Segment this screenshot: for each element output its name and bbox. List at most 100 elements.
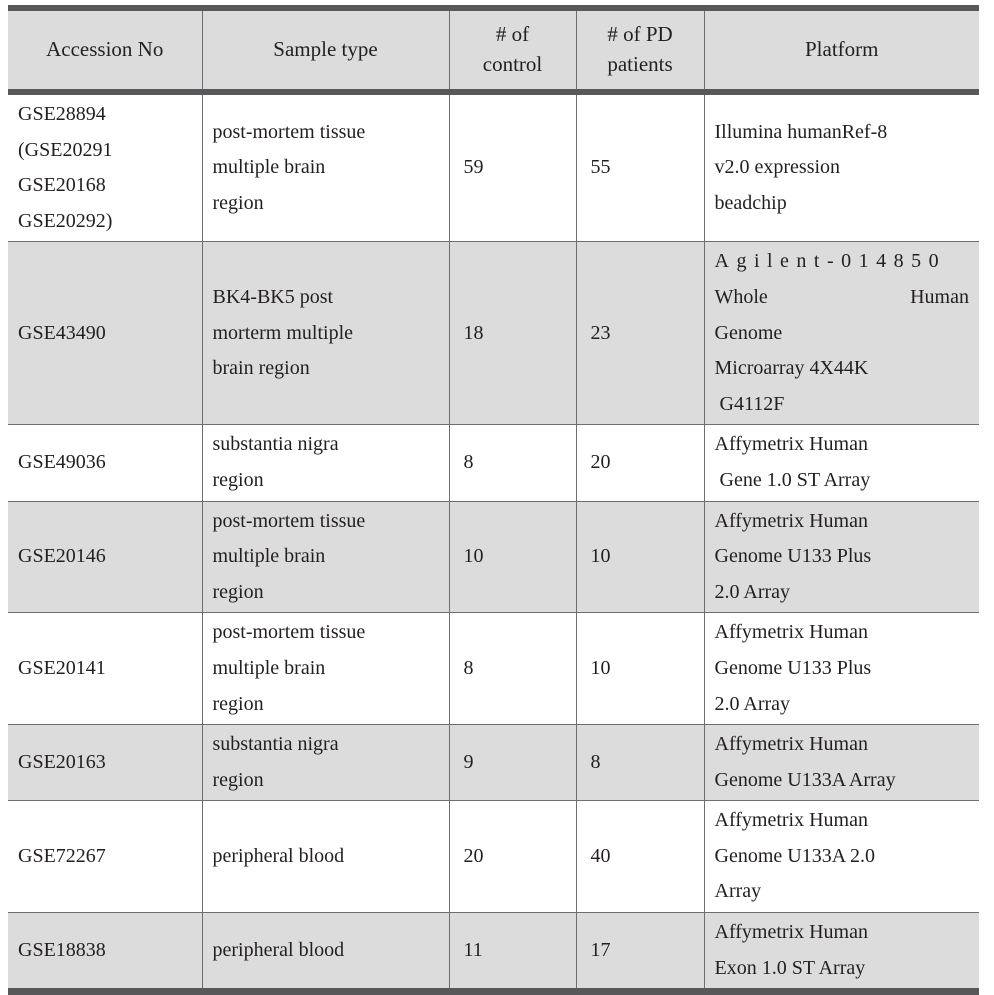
cell-line: GSE20163 <box>18 750 106 773</box>
cell-num-pd-patients: 40 <box>576 800 705 914</box>
cell-num-pd-patients: 10 <box>576 501 705 614</box>
cell-line: Affymetrix Human <box>714 509 869 532</box>
cell-line: substantia nigra <box>212 733 339 756</box>
cell-line: BK4-BK5 post <box>212 285 334 308</box>
cell-num-control: 11 <box>449 912 577 992</box>
cell-num-control: 8 <box>449 424 577 502</box>
cell-line: substantia nigra <box>212 433 339 456</box>
cell-line: Microarray 4X44K <box>714 357 869 380</box>
cell-platform: Affymetrix Human Exon 1.0 ST Array <box>704 912 979 992</box>
cell-platform: Affymetrix Human Genome U133A Array <box>704 724 979 802</box>
cell-line: multiple brain <box>212 156 326 179</box>
cell-line: peripheral blood <box>212 844 345 867</box>
header-line: Accession No <box>46 37 164 62</box>
cell-num-pd-patients: 8 <box>576 724 705 802</box>
cell-line: brain region <box>212 357 310 380</box>
cell-line: GSE49036 <box>18 451 106 474</box>
table-row: GSE28894 (GSE20291 GSE20168 GSE20292) post-m… <box>8 92 979 243</box>
header-line: control <box>482 52 543 76</box>
cell-line: GSE18838 <box>18 938 106 961</box>
cell-num-pd-patients: 23 <box>576 241 705 426</box>
cell-line: Agilent-014850 <box>714 250 947 273</box>
cell-platform: Affymetrix Human Genome U133 Plus 2.0 Arra… <box>704 501 979 614</box>
cell-line: Genome U133A Array <box>714 768 896 791</box>
cell-line: multiple brain <box>212 545 326 568</box>
cell-line: 2.0 Array <box>714 580 791 603</box>
cell-accession-no: GSE49036 <box>8 424 203 502</box>
table-row: GSE18838 peripheral blood 11 17 Affymetrix H… <box>8 912 979 992</box>
cell-line: region <box>212 191 264 214</box>
cell-line: Gene 1.0 ST Array <box>714 468 871 491</box>
cell-line: GSE43490 <box>18 321 106 344</box>
cell-line: Affymetrix Human <box>714 433 869 456</box>
cell-sample-type: peripheral blood <box>202 800 450 914</box>
cell-num-control: 8 <box>449 612 577 726</box>
cell-line: Affymetrix Human <box>714 921 869 944</box>
cell-line: GSE28894 <box>18 103 106 125</box>
cell-platform: Agilent-014850 Whole Human Genome Microarray… <box>704 241 979 426</box>
header-line: patients <box>607 52 673 76</box>
cell-line: Genome U133A 2.0 <box>714 844 876 867</box>
cell-line: post-mortem tissue <box>212 509 366 532</box>
header-line: # of PD <box>607 22 673 47</box>
cell-line: GSE72267 <box>18 844 106 867</box>
cell-line: Genome <box>714 321 783 344</box>
table-row: GSE72267 peripheral blood 20 40 Affymetrix H… <box>8 800 979 914</box>
cell-platform: Affymetrix Human Genome U133 Plus 2.0 Arra… <box>704 612 979 726</box>
cell-line: post-mortem tissue <box>212 621 366 644</box>
header-line: Platform <box>805 37 879 62</box>
cell-sample-type: substantia nigra region <box>202 724 450 802</box>
cell-line: peripheral blood <box>212 938 345 961</box>
cell-num-pd-patients: 10 <box>576 612 705 726</box>
cell-line: beadchip <box>714 191 787 214</box>
cell-line: region <box>212 580 264 603</box>
cell-line: G4112F <box>714 392 785 415</box>
cell-line: multiple brain <box>212 656 326 679</box>
cell-num-control: 18 <box>449 241 577 426</box>
column-header-accession-no: Accession No <box>8 8 203 95</box>
table-container: Accession No Sample type # of control # … <box>0 0 994 995</box>
cell-num-pd-patients: 20 <box>576 424 705 502</box>
header-row: Accession No Sample type # of control # … <box>8 8 979 95</box>
cell-accession-no: GSE20141 <box>8 612 203 726</box>
cell-line: Illumina humanRef-8 <box>714 120 888 143</box>
cell-line: Genome U133 Plus <box>714 545 872 568</box>
cell-line: GSE20141 <box>18 656 106 679</box>
cell-accession-no: GSE72267 <box>8 800 203 914</box>
table-row: GSE20146 post-mortem tissue multiple brain… <box>8 501 979 614</box>
cell-num-pd-patients: 17 <box>576 912 705 992</box>
cell-num-control: 20 <box>449 800 577 914</box>
table-header: Accession No Sample type # of control # … <box>8 8 979 95</box>
table-row: GSE20141 post-mortem tissue multiple brain… <box>8 612 979 726</box>
cell-line: morterm multiple <box>212 321 354 344</box>
table-body: GSE28894 (GSE20291 GSE20168 GSE20292) post-m… <box>8 92 979 992</box>
column-header-platform: Platform <box>704 8 979 95</box>
cell-sample-type: post-mortem tissue multiple brain region <box>202 612 450 726</box>
cell-line: post-mortem tissue <box>212 120 366 143</box>
table-row: GSE20163 substantia nigra region 9 8 Affymetr… <box>8 724 979 802</box>
cell-sample-type: peripheral blood <box>202 912 450 992</box>
gene-expression-dataset-table: Accession No Sample type # of control # … <box>8 5 979 995</box>
cell-platform: Affymetrix Human Genome U133A 2.0 Array <box>704 800 979 914</box>
cell-sample-type: substantia nigra region <box>202 424 450 502</box>
cell-line: GSE20168 <box>18 174 106 197</box>
cell-sample-type: BK4-BK5 post morterm multiple brain region <box>202 241 450 426</box>
cell-accession-no: GSE43490 <box>8 241 203 426</box>
cell-word: Human <box>910 285 969 308</box>
cell-line: region <box>212 768 264 791</box>
cell-accession-no: GSE18838 <box>8 912 203 992</box>
table-row: GSE43490 BK4-BK5 post morterm multiple brai… <box>8 241 979 426</box>
cell-word: Whole <box>714 285 768 308</box>
cell-line: Exon 1.0 ST Array <box>714 956 866 979</box>
cell-num-control: 9 <box>449 724 577 802</box>
cell-line: 2.0 Array <box>714 692 791 715</box>
cell-num-control: 10 <box>449 501 577 614</box>
cell-platform: Affymetrix Human Gene 1.0 ST Array <box>704 424 979 502</box>
cell-line: Affymetrix Human <box>714 809 869 832</box>
cell-sample-type: post-mortem tissue multiple brain region <box>202 501 450 614</box>
cell-num-control: 59 <box>449 92 577 243</box>
cell-line: (GSE20291 <box>18 138 113 161</box>
cell-sample-type: post-mortem tissue multiple brain region <box>202 92 450 243</box>
cell-line: Array <box>714 880 762 903</box>
cell-accession-no: GSE28894 (GSE20291 GSE20168 GSE20292) <box>8 92 203 243</box>
